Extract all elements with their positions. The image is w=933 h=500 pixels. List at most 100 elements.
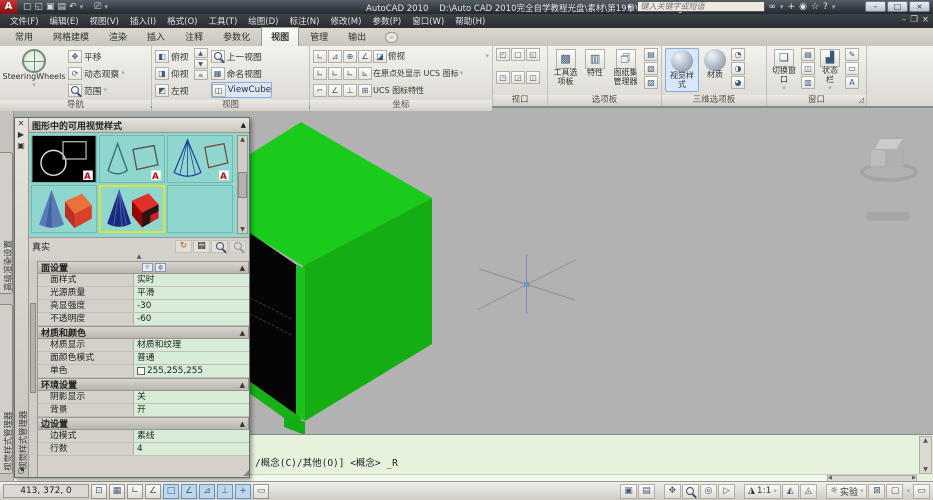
palette-close-icon[interactable]: ✕ [15, 118, 27, 129]
ucs-rotate-x-icon[interactable]: ⌐ [313, 84, 327, 97]
annotation-autoscale-icon[interactable]: ◬ [800, 484, 817, 499]
infocenter-collapse-icon[interactable]: ▸ [628, 2, 633, 12]
panel-label-window[interactable]: 窗口◿ [767, 95, 866, 106]
ortho-toggle[interactable]: ∟ [127, 484, 143, 499]
undo-icon[interactable]: ↶ [69, 1, 77, 13]
menu-modify[interactable]: 修改(M) [330, 15, 361, 27]
palette-title-strip[interactable]: ✕ ▶ ▣ 视觉样式管理器 ◔ [15, 118, 29, 477]
property-row[interactable]: 阴影显示关 [38, 391, 249, 404]
viewport-split-icon[interactable]: ◫ [526, 71, 540, 84]
sheet-set-manager-button[interactable]: 🗇 图纸集管理器 [610, 48, 641, 88]
ucs-previous-icon[interactable]: ⊿ [328, 50, 342, 63]
osnap-toggle[interactable]: □ [163, 484, 179, 499]
materials-button[interactable]: 材质 [702, 48, 728, 81]
menu-view[interactable]: 视图(V) [90, 15, 119, 27]
properties-palette-button[interactable]: ▥ 特性 [583, 48, 607, 79]
section-face-settings[interactable]: 面设置 ☼ ◍ ▲ [38, 261, 249, 274]
grid-toggle[interactable]: ▦ [109, 484, 125, 499]
named-views-button[interactable]: ▦命名视图 [211, 65, 273, 81]
viewport-single-icon[interactable]: ◳ [496, 71, 510, 84]
orbit-button[interactable]: ⟳动态观察▾ [68, 65, 125, 81]
close-button[interactable]: × [909, 1, 930, 12]
otrack-toggle[interactable]: ∠ [181, 484, 197, 499]
color-swatch[interactable] [137, 367, 145, 375]
help-dropdown-icon[interactable]: ▾ [832, 3, 836, 11]
style-thumb-3d-wireframe[interactable]: A [167, 135, 233, 183]
collapse-section-icon[interactable]: ▲ [241, 121, 246, 129]
undo-dropdown-icon[interactable]: ▾ [80, 3, 84, 11]
tile-vertical-icon[interactable]: ▥ [801, 76, 815, 89]
viewport-join-icon[interactable]: ◱ [526, 48, 540, 61]
view-scroll-down-icon[interactable]: ▼ [194, 59, 208, 69]
style-thumb-empty[interactable] [167, 185, 233, 233]
view-combo-dropdown-icon[interactable]: ▾ [485, 52, 489, 60]
showmotion-icon[interactable]: ▷ [718, 484, 735, 499]
tab-output[interactable]: 输出 [339, 28, 375, 46]
lights-icon[interactable]: ◔ [731, 48, 745, 61]
coordinates-readout[interactable]: 413, 372, 0 [3, 484, 89, 498]
switch-windows-button[interactable]: ❏ 切换窗口▾ [770, 48, 798, 93]
viewcube-left-face[interactable] [870, 149, 886, 167]
panel-label-navigate[interactable]: 导航 [0, 100, 151, 111]
ucs-icon-properties-button[interactable]: UCS 图标特性 [373, 85, 424, 96]
cascade-icon[interactable]: ▤ [801, 48, 815, 61]
collapse-icon[interactable]: ▲ [240, 420, 245, 428]
menu-tools[interactable]: 工具(T) [208, 15, 237, 27]
status-steeringwheel-icon[interactable]: ◎ [700, 484, 717, 499]
tab-manage[interactable]: 管理 [301, 28, 337, 46]
panel-label-palettes[interactable]: 选项板 [548, 95, 661, 106]
qp-toggle[interactable]: ▭ [253, 484, 269, 499]
menu-file[interactable]: 文件(F) [10, 15, 39, 27]
save-icon[interactable]: ▣ [46, 1, 55, 13]
top-view-button[interactable]: ◧俯视 [155, 48, 189, 64]
tab-render[interactable]: 渲染 [100, 28, 136, 46]
minimize-button[interactable]: – [865, 1, 886, 12]
clean-screen-button[interactable]: ▭ [913, 484, 930, 499]
menu-format[interactable]: 格式(O) [167, 15, 197, 27]
view-combo[interactable]: 俯视 [388, 50, 405, 62]
viewcube-widget[interactable] [858, 136, 922, 208]
menu-edit[interactable]: 编辑(E) [50, 15, 79, 27]
palette-wrench-icon[interactable]: ◔ [15, 465, 27, 476]
drawing-restore-button[interactable]: ❐ [910, 15, 918, 25]
search-icon[interactable]: ∞ [769, 2, 777, 12]
property-row[interactable]: 行数4 [38, 443, 249, 456]
scroll-up-icon[interactable]: ▲ [923, 437, 928, 444]
ucs-icon[interactable]: ∟ [313, 50, 327, 63]
dock-tab-visual-styles[interactable]: 视觉样式管理器 [0, 304, 13, 474]
property-row[interactable]: 不透明度-60 [38, 313, 249, 326]
ucs-3point-icon[interactable]: ⊾ [358, 67, 372, 80]
panel-label-3d-palettes[interactable]: 三维选项板 [662, 95, 766, 106]
performance-icon[interactable]: ▢ [886, 484, 903, 499]
style-thumb-conceptual[interactable] [31, 185, 97, 233]
section-materials-color[interactable]: 材质和颜色 ▲ [38, 326, 249, 339]
pan-button[interactable]: ✥平移 [68, 48, 125, 64]
clean-screen-icon[interactable]: A [845, 76, 859, 89]
splitter-chevron-icon[interactable]: ▲ [29, 254, 249, 261]
apply-style-icon[interactable]: ▤ [193, 240, 210, 253]
collapse-icon[interactable]: ▲ [240, 264, 245, 272]
command-vertical-scrollbar[interactable]: ▲▼ [919, 436, 932, 474]
tab-home[interactable]: 常用 [6, 28, 42, 46]
layout-button[interactable]: ▤ [638, 484, 655, 499]
properties-scrollbar[interactable] [29, 261, 38, 477]
lock-icon[interactable]: ⊠ [868, 484, 885, 499]
help-icon[interactable]: ? [823, 2, 828, 12]
menu-draw[interactable]: 绘图(D) [248, 15, 278, 27]
print-dropdown-icon[interactable]: ▾ [104, 3, 108, 11]
status-zoom-icon[interactable] [682, 484, 699, 499]
opacity-icon[interactable]: ◍ [155, 263, 166, 272]
create-style-icon[interactable]: ↻ [175, 240, 192, 253]
dialog-launcher-icon[interactable]: ◿ [859, 95, 864, 106]
ucs-named-icon[interactable]: ⊞ [358, 84, 372, 97]
menu-window[interactable]: 窗口(W) [412, 15, 444, 27]
status-menu-dropdown-icon[interactable]: ▾ [906, 487, 910, 495]
scroll-down-icon[interactable]: ▼ [923, 466, 928, 473]
panel-label-views[interactable]: 视图 [152, 100, 309, 111]
annotation-visibility-icon[interactable]: ◭ [782, 484, 799, 499]
viewcube-right-face[interactable] [886, 149, 904, 167]
section-environment-settings[interactable]: 环境设置 ▲ [38, 378, 249, 391]
polar-toggle[interactable]: ∠ [145, 484, 161, 499]
scroll-thumb[interactable] [30, 303, 36, 393]
drawing-status-icon[interactable]: ✎ [845, 48, 859, 61]
